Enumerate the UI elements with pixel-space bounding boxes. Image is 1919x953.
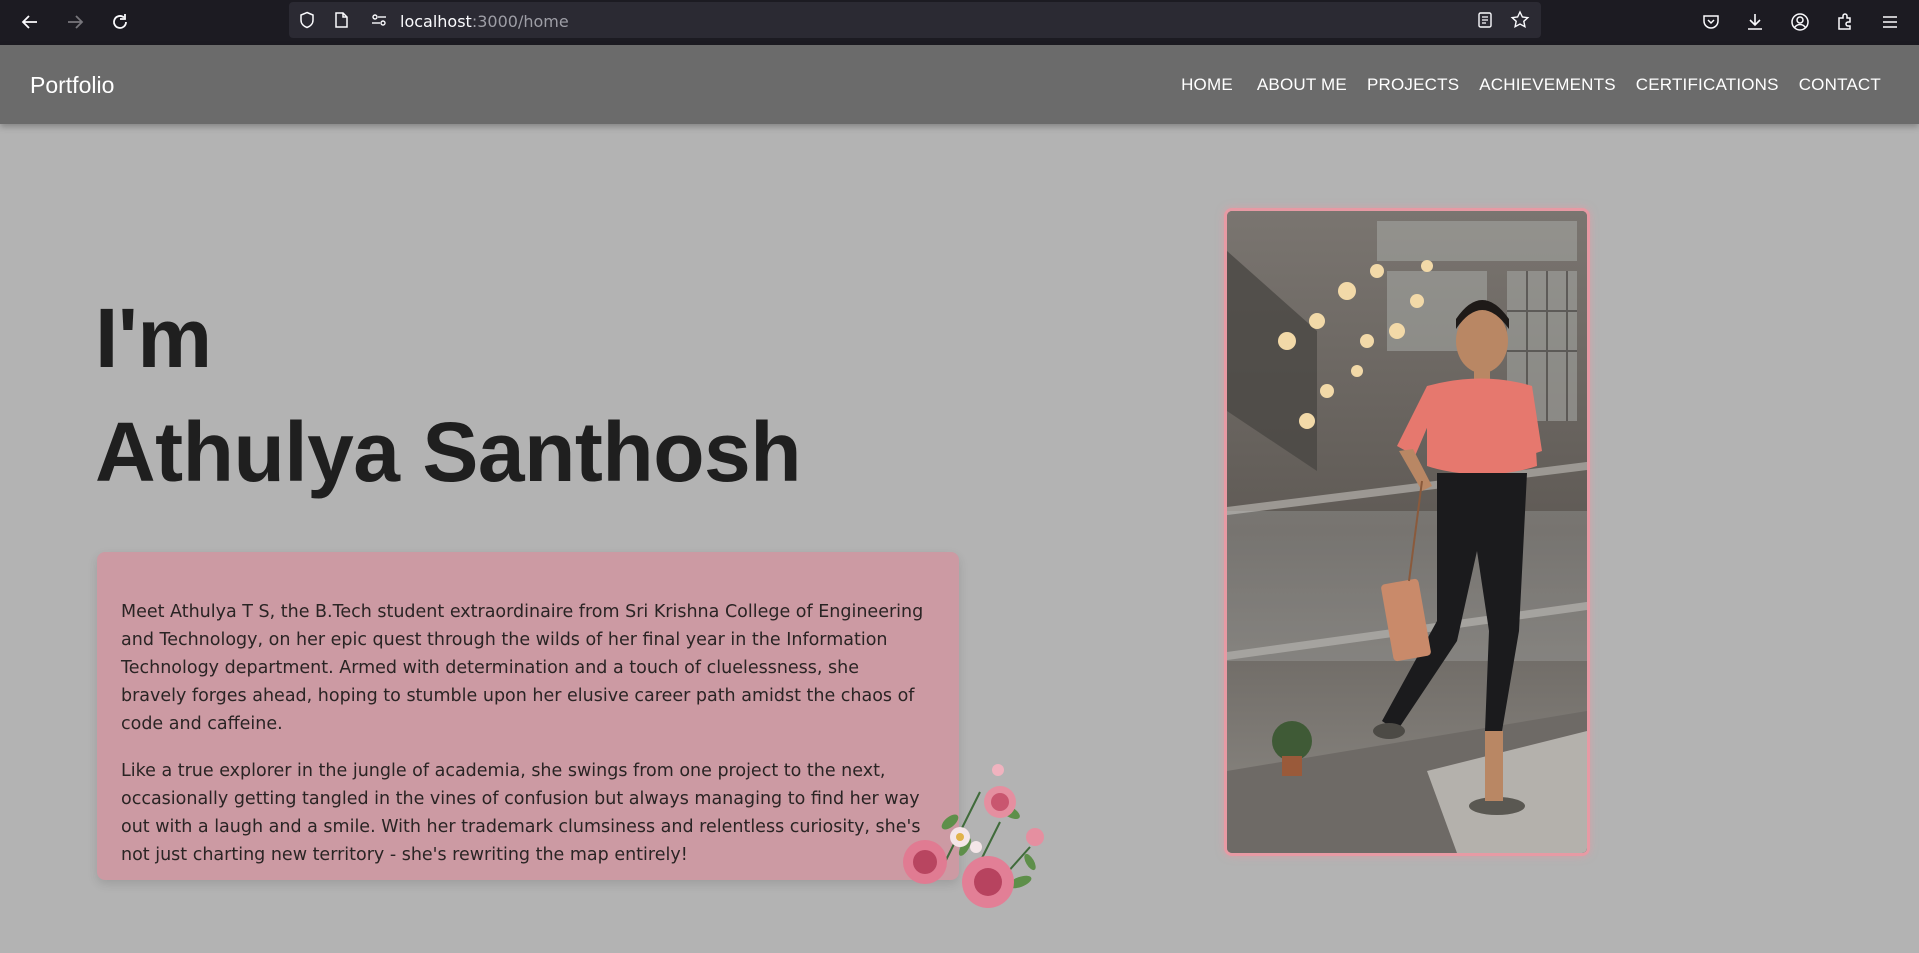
menu-icon[interactable]	[1876, 8, 1904, 36]
reader-view-icon[interactable]	[1475, 10, 1495, 30]
profile-photo	[1224, 208, 1590, 856]
about-paragraph-1: Meet Athulya T S, the B.Tech student ext…	[121, 602, 924, 734]
nav-link-achievements[interactable]: ACHIEVEMENTS	[1479, 75, 1616, 95]
nav-link-home[interactable]: HOME	[1181, 75, 1233, 95]
extensions-icon[interactable]	[1831, 8, 1859, 36]
back-icon[interactable]	[16, 8, 44, 36]
profile-photo-illustration	[1227, 211, 1587, 853]
reload-icon[interactable]	[106, 8, 134, 36]
hero-greeting: I'm	[95, 291, 212, 385]
browser-toolbar: localhost:3000/home	[0, 0, 1919, 45]
about-paragraph-2: Like a true explorer in the jungle of ac…	[121, 761, 921, 865]
account-icon[interactable]	[1786, 8, 1814, 36]
nav-link-about[interactable]: ABOUT ME	[1257, 75, 1347, 95]
nav-link-projects[interactable]: PROJECTS	[1367, 75, 1459, 95]
nav-link-contact[interactable]: CONTACT	[1799, 75, 1881, 95]
downloads-icon[interactable]	[1741, 8, 1769, 36]
nav-menu: HOME ABOUT ME PROJECTS ACHIEVEMENTS CERT…	[1161, 75, 1881, 95]
pocket-icon[interactable]	[1697, 8, 1725, 36]
url-path: :3000/home	[471, 12, 569, 31]
url-text[interactable]: localhost:3000/home	[400, 12, 569, 31]
forward-icon[interactable]	[61, 8, 89, 36]
nav-link-certifications[interactable]: CERTIFICATIONS	[1636, 75, 1779, 95]
site-navbar: Portfolio HOME ABOUT ME PROJECTS ACHIEVE…	[0, 45, 1919, 124]
bookmark-star-icon[interactable]	[1510, 10, 1530, 30]
flower-bouquet-decoration	[903, 764, 1044, 908]
hero-name: Athulya Santhosh	[95, 405, 802, 499]
about-card: Meet Athulya T S, the B.Tech student ext…	[97, 552, 959, 880]
address-bar[interactable]: localhost:3000/home	[289, 2, 1541, 38]
page-icon[interactable]	[331, 10, 351, 30]
permissions-icon[interactable]	[369, 10, 389, 30]
url-host: localhost	[400, 12, 472, 31]
shield-icon[interactable]	[297, 10, 317, 30]
brand-logo[interactable]: Portfolio	[30, 72, 114, 99]
